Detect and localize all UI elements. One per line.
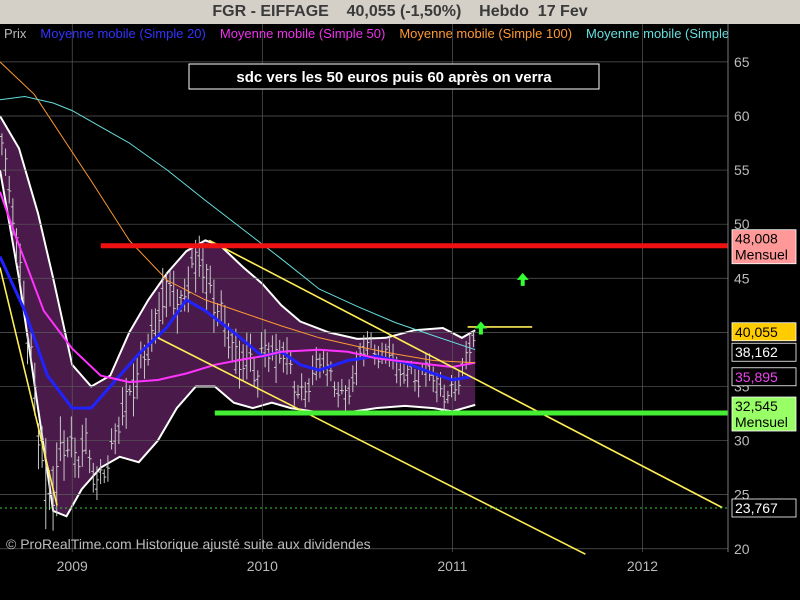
x-tick-label: 2011 — [437, 558, 467, 574]
price-label-value: 48,008 — [735, 231, 778, 247]
legend-item-1: Moyenne mobile (Simple 20) — [40, 26, 206, 41]
legend: Prix Moyenne mobile (Simple 20) Moyenne mo… — [4, 25, 728, 43]
legend-item-4: Moyenne mobile (Simple 200) — [586, 26, 728, 41]
x-tick-label: 2012 — [627, 558, 658, 574]
y-tick-label: 65 — [734, 54, 750, 70]
y-tick-label: 20 — [734, 541, 750, 557]
footer-copyright: © ProRealTime.com Historique ajusté suit… — [6, 536, 371, 552]
price-label-value: 32,545 — [735, 398, 778, 414]
y-tick-label: 55 — [734, 162, 750, 178]
up-arrow-icon — [516, 272, 529, 286]
y-tick-label: 30 — [734, 433, 750, 449]
price-label-value: 23,767 — [735, 500, 778, 516]
x-tick-label: 2009 — [57, 558, 88, 574]
legend-item-3: Moyenne mobile (Simple 100) — [399, 26, 573, 41]
x-tick-label: 2010 — [247, 558, 278, 574]
y-tick-label: 45 — [734, 270, 750, 286]
chart-title: FGR - EIFFAGE 40,055 (-1,50%) Hebdo 17 F… — [0, 0, 800, 24]
price-label-value: 38,162 — [735, 344, 778, 360]
price-label-value: 35,895 — [735, 369, 778, 385]
legend-item-0: Prix — [4, 26, 27, 41]
price-label-sub: Mensuel — [735, 247, 788, 263]
legend-item-2: Moyenne mobile (Simple 50) — [219, 26, 386, 41]
y-tick-label: 60 — [734, 108, 750, 124]
stock-chart: 20253035404550556065200920102011201248,0… — [0, 24, 797, 574]
price-label-value: 40,055 — [735, 324, 778, 340]
price-label-sub: Mensuel — [735, 414, 788, 430]
annotation-text: sdc vers les 50 euros puis 60 après on v… — [236, 69, 552, 86]
